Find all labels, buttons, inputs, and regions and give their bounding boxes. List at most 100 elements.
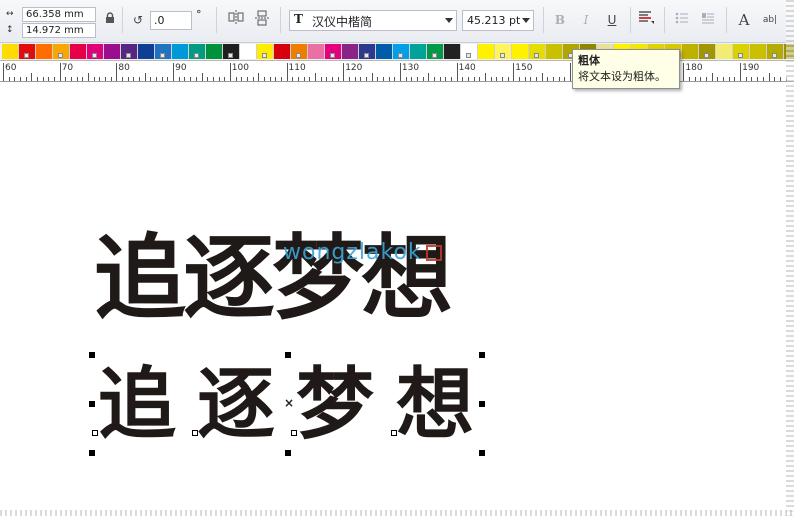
- color-swatch[interactable]: [36, 44, 53, 59]
- edit-text-button[interactable]: ab|: [760, 10, 780, 30]
- ruler-tick: [167, 77, 169, 81]
- color-swatch[interactable]: [716, 44, 733, 59]
- selection-handle-top[interactable]: [285, 352, 291, 358]
- font-size-select[interactable]: 45.213 pt: [462, 10, 534, 31]
- drop-cap-icon: [702, 13, 714, 24]
- color-swatch[interactable]: [699, 44, 716, 59]
- bold-button[interactable]: B: [550, 10, 570, 30]
- color-swatch[interactable]: [2, 44, 19, 59]
- color-swatch[interactable]: [104, 44, 121, 59]
- color-swatch[interactable]: [223, 44, 240, 59]
- swatch-marker-icon: [398, 53, 403, 58]
- ruler-tick: [241, 77, 243, 81]
- character-node[interactable]: [192, 430, 198, 436]
- width-field[interactable]: 66.358 mm: [22, 7, 96, 22]
- color-swatch[interactable]: [138, 44, 155, 59]
- watermark-text: wongzlakok: [283, 240, 422, 265]
- ruler-tick: [275, 77, 277, 81]
- character-node[interactable]: [291, 430, 297, 436]
- color-swatch[interactable]: [478, 44, 495, 59]
- color-swatch[interactable]: [767, 44, 784, 59]
- text-align-button[interactable]: [636, 10, 656, 30]
- color-swatch[interactable]: [342, 44, 359, 59]
- ruler-tick: [207, 77, 209, 81]
- rotation-center-icon[interactable]: ×: [284, 397, 294, 409]
- selection-handle-right[interactable]: [479, 401, 485, 407]
- color-swatch[interactable]: [308, 44, 325, 59]
- color-swatch[interactable]: [325, 44, 342, 59]
- mirror-vertical-button[interactable]: [252, 10, 272, 30]
- object-height: ↕ 14.972 mm: [2, 23, 96, 39]
- color-swatch[interactable]: [529, 44, 546, 59]
- color-swatch[interactable]: [291, 44, 308, 59]
- ruler-tick: [31, 73, 33, 81]
- ruler-tick: [93, 77, 95, 81]
- bullet-list-button[interactable]: [672, 10, 692, 30]
- swatch-marker-icon: [432, 53, 437, 58]
- color-swatch[interactable]: [682, 44, 699, 59]
- kai-character: 逐: [197, 359, 276, 450]
- color-swatch[interactable]: [206, 44, 223, 59]
- font-family-value: 汉仪中楷简: [312, 15, 373, 29]
- ruler-tick: [723, 77, 725, 81]
- color-swatch[interactable]: [87, 44, 104, 59]
- color-swatch[interactable]: [172, 44, 189, 59]
- selection-handle-top-right[interactable]: [479, 352, 485, 358]
- italic-button[interactable]: I: [576, 10, 596, 30]
- color-swatch[interactable]: [393, 44, 410, 59]
- rotation-angle-input[interactable]: .0: [150, 11, 192, 30]
- mirror-vertical-icon: [255, 10, 269, 26]
- character-node[interactable]: [391, 430, 397, 436]
- text-properties-button[interactable]: A: [734, 10, 754, 30]
- font-family-select[interactable]: T 汉仪中楷简: [289, 10, 457, 31]
- color-swatch[interactable]: [121, 44, 138, 59]
- ruler-tick: [462, 77, 464, 81]
- color-swatch[interactable]: [257, 44, 274, 59]
- color-swatch[interactable]: [733, 44, 750, 59]
- color-swatch[interactable]: [750, 44, 767, 59]
- color-swatch[interactable]: [427, 44, 444, 59]
- ruler-tick: [42, 77, 44, 81]
- swatch-marker-icon: [466, 53, 471, 58]
- ruler-tick: [479, 77, 481, 81]
- color-swatch[interactable]: [19, 44, 36, 59]
- drop-cap-button[interactable]: [698, 10, 718, 30]
- ruler-tick: [184, 77, 186, 81]
- underline-button[interactable]: U: [602, 10, 622, 30]
- color-swatch[interactable]: [240, 44, 257, 59]
- lock-ratio-button[interactable]: [100, 10, 120, 30]
- color-swatch[interactable]: [546, 44, 563, 59]
- color-swatch[interactable]: [512, 44, 529, 59]
- color-swatch[interactable]: [274, 44, 291, 59]
- ruler-tick: [82, 77, 84, 81]
- height-field[interactable]: 14.972 mm: [22, 23, 96, 38]
- color-swatch[interactable]: [359, 44, 376, 59]
- selection-handle-top-left[interactable]: [89, 352, 95, 358]
- ruler-tick: [190, 77, 192, 81]
- kai-character: 想: [396, 359, 475, 450]
- character-node[interactable]: [92, 430, 98, 436]
- mirror-horizontal-button[interactable]: [226, 10, 246, 30]
- rotate-button[interactable]: ↺: [128, 10, 148, 30]
- color-swatch[interactable]: [410, 44, 427, 59]
- color-swatch[interactable]: [376, 44, 393, 59]
- selection-handle-bottom-left[interactable]: [89, 450, 95, 456]
- color-swatch[interactable]: [461, 44, 478, 59]
- color-swatch[interactable]: [444, 44, 461, 59]
- selection-handle-bottom[interactable]: [285, 450, 291, 456]
- chevron-down-icon[interactable]: [445, 18, 453, 23]
- ruler-tick: [405, 77, 407, 81]
- color-swatch[interactable]: [189, 44, 206, 59]
- object-width: ↔ 66.358 mm: [2, 7, 96, 23]
- color-swatch[interactable]: [70, 44, 87, 59]
- chevron-down-icon[interactable]: [522, 18, 530, 23]
- color-swatch[interactable]: [53, 44, 70, 59]
- color-swatch[interactable]: [155, 44, 172, 59]
- selection-handle-bottom-right[interactable]: [479, 450, 485, 456]
- swatch-marker-icon: [364, 53, 369, 58]
- ruler-tick: [433, 77, 435, 81]
- ruler-tick: [728, 77, 730, 81]
- property-bar: ↔ 66.358 mm ↕ 14.972 mm ↺ .0 ° T 汉仪中楷简 4…: [0, 0, 794, 43]
- color-swatch[interactable]: [495, 44, 512, 59]
- selection-handle-left[interactable]: [89, 401, 95, 407]
